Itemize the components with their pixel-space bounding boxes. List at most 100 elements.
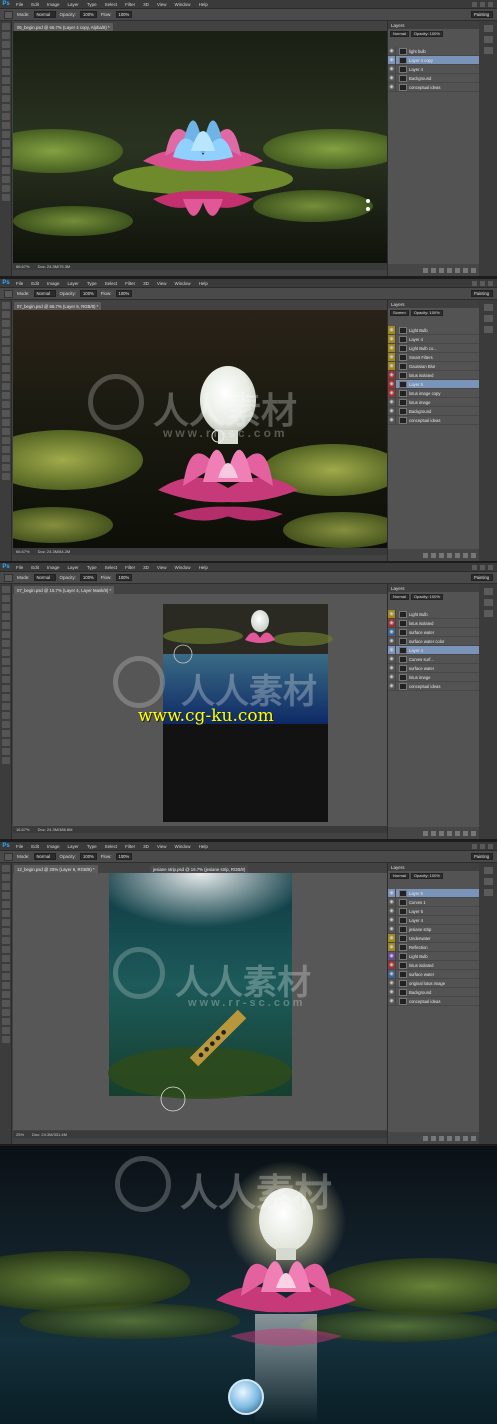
adjustment-icon[interactable] [447,1135,452,1141]
eye-icon[interactable]: ◉ [388,889,396,897]
blend-mode-select[interactable]: Normal [390,30,409,37]
eye-icon[interactable]: ◉ [388,673,396,681]
layer-row[interactable]: ◉ Layer 6 [388,889,479,898]
layer-row[interactable]: ◉ jesiane strip [388,925,479,934]
marquee-tool-icon[interactable] [2,32,10,39]
eye-icon[interactable]: ◉ [388,407,396,415]
menu-window[interactable]: Window [171,844,195,849]
gradient-tool-icon[interactable] [2,401,10,408]
eraser-tool-icon[interactable] [2,113,10,120]
close-icon[interactable] [488,1,493,7]
eye-icon[interactable]: ◉ [388,628,396,636]
layer-row[interactable]: ◉ Layer 4 [388,646,479,655]
minimize-icon[interactable] [472,564,477,570]
eye-icon[interactable]: ◉ [388,637,396,645]
properties-icon[interactable] [483,315,493,322]
menu-edit[interactable]: Edit [27,281,43,286]
hand-tool-icon[interactable] [2,1027,10,1034]
document-tab[interactable]: 12_begin.psd @ 25% (Layer 6, RGB/8) * [14,865,98,873]
trash-icon[interactable] [471,830,476,836]
mode-select[interactable]: Normal [33,853,56,860]
path-select-icon[interactable] [2,1009,10,1016]
menu-help[interactable]: Help [195,281,212,286]
menu-view[interactable]: View [153,2,171,7]
blur-tool-icon[interactable] [2,973,10,980]
menu-type[interactable]: Type [83,844,101,849]
eye-icon[interactable]: ◉ [388,380,396,388]
layer-opacity[interactable]: Opacity: 100% [410,30,443,37]
eye-icon[interactable]: ◉ [388,655,396,663]
document-tab-2[interactable]: jesiane strip.psd @ 16.7% (jesiane strip… [150,865,249,873]
eye-icon[interactable]: ◉ [388,416,396,424]
layer-opacity[interactable]: Opacity: 100% [410,872,443,879]
menu-layer[interactable]: Layer [64,844,83,849]
menu-edit[interactable]: Edit [27,844,43,849]
fx-icon[interactable] [431,552,436,558]
crop-tool-icon[interactable] [2,622,10,629]
menu-help[interactable]: Help [195,2,212,7]
shape-tool-icon[interactable] [2,1018,10,1025]
marquee-tool-icon[interactable] [2,311,10,318]
menu-layer[interactable]: Layer [64,565,83,570]
workspace-select[interactable]: Painting [471,853,493,860]
layer-row[interactable]: ◉ conceptual ideas [388,83,479,92]
brush-icon[interactable] [2,649,10,656]
history-icon[interactable] [483,588,493,595]
history-brush-icon[interactable] [2,104,10,111]
maximize-icon[interactable] [480,564,485,570]
eye-icon[interactable]: ◉ [388,344,396,352]
wand-tool-icon[interactable] [2,50,10,57]
layer-row[interactable]: ◉ Layer 4 [388,65,479,74]
brush-tool-icon[interactable] [4,289,13,298]
layer-row[interactable]: ◉ Light Bulb [388,952,479,961]
adjustments-icon[interactable] [483,47,493,54]
layer-row[interactable]: ◉ Light Bulb [388,610,479,619]
menu-3d[interactable]: 3D [139,844,153,849]
pen-tool-icon[interactable] [2,712,10,719]
opacity-field[interactable]: 100% [80,574,97,581]
layer-row[interactable]: ◉ Background [388,988,479,997]
menu-edit[interactable]: Edit [27,2,43,7]
gradient-tool-icon[interactable] [2,964,10,971]
close-icon[interactable] [488,280,493,286]
layer-row[interactable]: ◉ conceptual ideas [388,997,479,1006]
menu-file[interactable]: File [12,2,27,7]
layer-row[interactable]: ◉ Layer 5 [388,907,479,916]
menu-3d[interactable]: 3D [139,281,153,286]
eye-icon[interactable]: ◉ [388,898,396,906]
trash-icon[interactable] [471,552,476,558]
layer-row[interactable]: ◉ surface water [388,664,479,673]
type-tool-icon[interactable] [2,721,10,728]
document-tab[interactable]: 07_begin.psd @ 16.7% (Layer 4, Layer Mas… [14,586,115,594]
layers-tab[interactable]: Layers [388,21,479,29]
eraser-tool-icon[interactable] [2,392,10,399]
move-tool-icon[interactable] [2,302,10,309]
adjustment-icon[interactable] [447,267,452,273]
eye-icon[interactable]: ◉ [388,74,396,82]
menu-help[interactable]: Help [195,844,212,849]
maximize-icon[interactable] [480,843,485,849]
canvas[interactable]: 人人素材 www.cg-ku.com [13,594,388,826]
eye-icon[interactable]: ◉ [388,371,396,379]
dodge-tool-icon[interactable] [2,982,10,989]
folder-icon[interactable] [455,267,460,273]
shape-tool-icon[interactable] [2,739,10,746]
heal-tool-icon[interactable] [2,77,10,84]
zoom-tool-icon[interactable] [2,473,10,480]
eyedropper-tool-icon[interactable] [2,910,10,917]
path-select-icon[interactable] [2,730,10,737]
properties-icon[interactable] [483,36,493,43]
eye-icon[interactable]: ◉ [388,907,396,915]
brush-tool-icon[interactable] [4,10,13,19]
maximize-icon[interactable] [480,1,485,7]
eye-icon[interactable]: ◉ [388,916,396,924]
mode-select[interactable]: Normal [33,290,56,297]
zoom-level[interactable]: 16.67% [16,827,30,832]
path-select-icon[interactable] [2,167,10,174]
history-brush-icon[interactable] [2,383,10,390]
history-brush-icon[interactable] [2,667,10,674]
eye-icon[interactable]: ◉ [388,610,396,618]
blur-tool-icon[interactable] [2,694,10,701]
layer-row[interactable]: ◉ lotus image [388,673,479,682]
eye-icon[interactable]: ◉ [388,83,396,91]
